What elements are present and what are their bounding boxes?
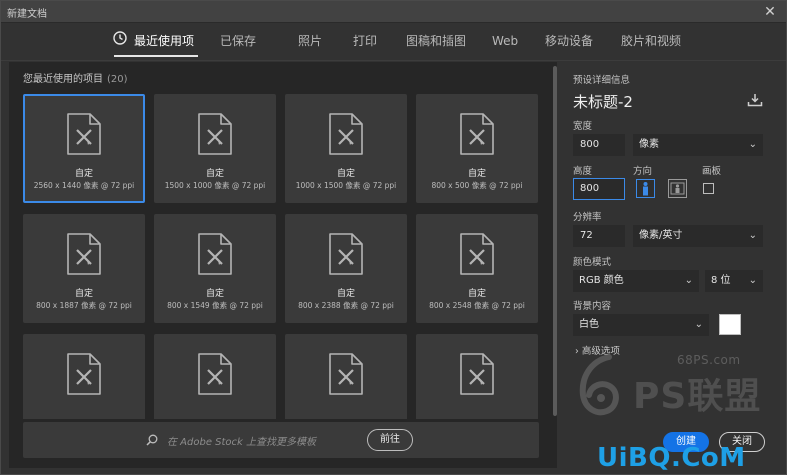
preset-name: 自定 — [205, 289, 224, 299]
preset-card[interactable]: 自定 800 x 2388 像素 @ 72 ppi — [285, 214, 407, 323]
height-label: 高度 — [573, 166, 593, 177]
landscape-orientation-icon[interactable] — [668, 179, 687, 198]
background-select[interactable]: 白色 ⌄ — [573, 314, 709, 336]
preset-dimensions: 800 x 500 像素 @ 72 ppi — [431, 181, 523, 190]
width-field[interactable]: 800 — [573, 134, 625, 156]
document-icon — [198, 233, 232, 275]
watermark-domain: 68PS.com — [677, 353, 741, 367]
chevron-down-icon: ⌄ — [748, 139, 757, 150]
resolution-field[interactable]: 72 — [573, 225, 625, 247]
tab-photo[interactable]: 照片 — [298, 33, 322, 57]
clock-icon — [113, 31, 127, 45]
background-label: 背景内容 — [573, 301, 612, 312]
document-icon — [460, 113, 494, 155]
tab-film-video[interactable]: 胶片和视频 — [621, 33, 681, 57]
ps-logo-watermark — [579, 354, 619, 416]
preset-card[interactable] — [154, 334, 276, 419]
scrollbar[interactable] — [553, 66, 557, 416]
document-icon — [460, 233, 494, 275]
search-input[interactable]: 在 Adobe Stock 上查找更多模板 — [167, 433, 316, 448]
document-icon — [329, 113, 363, 155]
document-icon — [198, 353, 232, 395]
tab-recent[interactable]: 最近使用项 — [113, 33, 199, 57]
preset-dimensions: 800 x 2548 像素 @ 72 ppi — [429, 301, 525, 310]
tab-print[interactable]: 打印 — [353, 33, 377, 57]
resolution-label: 分辨率 — [573, 212, 602, 223]
height-field[interactable]: 800 — [573, 178, 625, 200]
color-mode-select[interactable]: RGB 颜色 ⌄ — [573, 270, 699, 292]
save-preset-icon[interactable] — [747, 93, 763, 107]
bit-depth-select[interactable]: 8 位 ⌄ — [705, 270, 763, 292]
preset-name: 自定 — [336, 169, 355, 179]
chevron-down-icon: ⌄ — [684, 275, 693, 286]
tab-mobile[interactable]: 移动设备 — [545, 33, 593, 57]
preset-card[interactable] — [285, 334, 407, 419]
portrait-orientation-icon[interactable] — [636, 179, 655, 198]
close-icon[interactable]: ✕ — [758, 3, 782, 21]
presets-panel: 您最近使用的项目 (20) 自定 2560 x 1440 像素 @ 72 ppi 自定… — [9, 62, 557, 468]
preset-card[interactable]: 自定 800 x 1549 像素 @ 72 ppi — [154, 214, 276, 323]
preset-card[interactable]: 自定 1500 x 1000 像素 @ 72 ppi — [154, 94, 276, 203]
chevron-down-icon: ⌄ — [694, 319, 703, 330]
category-tabs: 最近使用项 已保存 照片 打印 图稿和插图 Web 移动设备 胶片和视频 — [1, 23, 786, 61]
preset-card[interactable]: 自定 2560 x 1440 像素 @ 72 ppi — [23, 94, 145, 203]
document-icon — [198, 113, 232, 155]
document-icon — [67, 233, 101, 275]
title-bar: 新建文档 ✕ — [1, 1, 786, 23]
tab-web[interactable]: Web — [492, 33, 518, 57]
details-header: 预设详细信息 — [573, 75, 631, 86]
preset-card[interactable]: 自定 1000 x 1500 像素 @ 72 ppi — [285, 94, 407, 203]
watermark-uibq: UiBQ.CoM — [597, 443, 746, 473]
window-title: 新建文档 — [7, 9, 47, 20]
preset-dimensions: 1500 x 1000 像素 @ 72 ppi — [164, 181, 266, 190]
preset-card[interactable]: 自定 800 x 500 像素 @ 72 ppi — [416, 94, 538, 203]
document-icon — [460, 353, 494, 395]
preset-card[interactable] — [416, 334, 538, 419]
color-mode-label: 颜色模式 — [573, 257, 612, 268]
search-icon — [146, 434, 158, 446]
preset-name: 自定 — [205, 169, 224, 179]
preset-card[interactable]: 自定 800 x 1887 像素 @ 72 ppi — [23, 214, 145, 323]
background-color-swatch[interactable] — [719, 314, 741, 335]
preset-name: 自定 — [467, 289, 486, 299]
resolution-unit-select[interactable]: 像素/英寸 ⌄ — [633, 225, 763, 247]
recent-items-label: 您最近使用的项目 (20) — [23, 74, 128, 85]
preset-dimensions: 800 x 2388 像素 @ 72 ppi — [298, 301, 394, 310]
preset-name: 自定 — [336, 289, 355, 299]
document-icon — [67, 353, 101, 395]
document-icon — [67, 113, 101, 155]
document-icon — [329, 353, 363, 395]
preset-dimensions: 800 x 1549 像素 @ 72 ppi — [167, 301, 263, 310]
preset-dimensions: 1000 x 1500 像素 @ 72 ppi — [295, 181, 397, 190]
preset-name: 自定 — [467, 169, 486, 179]
width-unit-select[interactable]: 像素 ⌄ — [633, 134, 763, 156]
stock-search-bar: 在 Adobe Stock 上查找更多模板 前往 — [23, 422, 539, 458]
new-document-dialog: 新建文档 ✕ 最近使用项 已保存 照片 打印 图稿和插图 Web 移动设备 胶片… — [0, 0, 787, 475]
document-icon — [329, 233, 363, 275]
go-button[interactable]: 前往 — [367, 429, 413, 451]
preset-grid: 自定 2560 x 1440 像素 @ 72 ppi 自定 1500 x 1000 像… — [23, 94, 543, 419]
orientation-label: 方向 — [633, 166, 653, 177]
preset-card[interactable]: 自定 800 x 2548 像素 @ 72 ppi — [416, 214, 538, 323]
scrollbar-thumb[interactable] — [553, 66, 557, 416]
tab-art-illustration[interactable]: 图稿和插图 — [406, 33, 466, 57]
width-label: 宽度 — [573, 121, 593, 132]
preset-dimensions: 800 x 1887 像素 @ 72 ppi — [36, 301, 132, 310]
document-name[interactable]: 未标题-2 — [573, 91, 633, 112]
preset-dimensions: 2560 x 1440 像素 @ 72 ppi — [33, 181, 135, 190]
chevron-down-icon: ⌄ — [748, 230, 757, 241]
artboard-label: 画板 — [702, 166, 722, 177]
preset-name: 自定 — [74, 289, 93, 299]
preset-name: 自定 — [74, 169, 93, 179]
watermark-brand: PS联盟 — [633, 376, 762, 417]
tab-saved[interactable]: 已保存 — [220, 33, 256, 57]
artboard-checkbox[interactable] — [703, 183, 714, 194]
preset-card[interactable] — [23, 334, 145, 419]
chevron-down-icon: ⌄ — [748, 275, 757, 286]
